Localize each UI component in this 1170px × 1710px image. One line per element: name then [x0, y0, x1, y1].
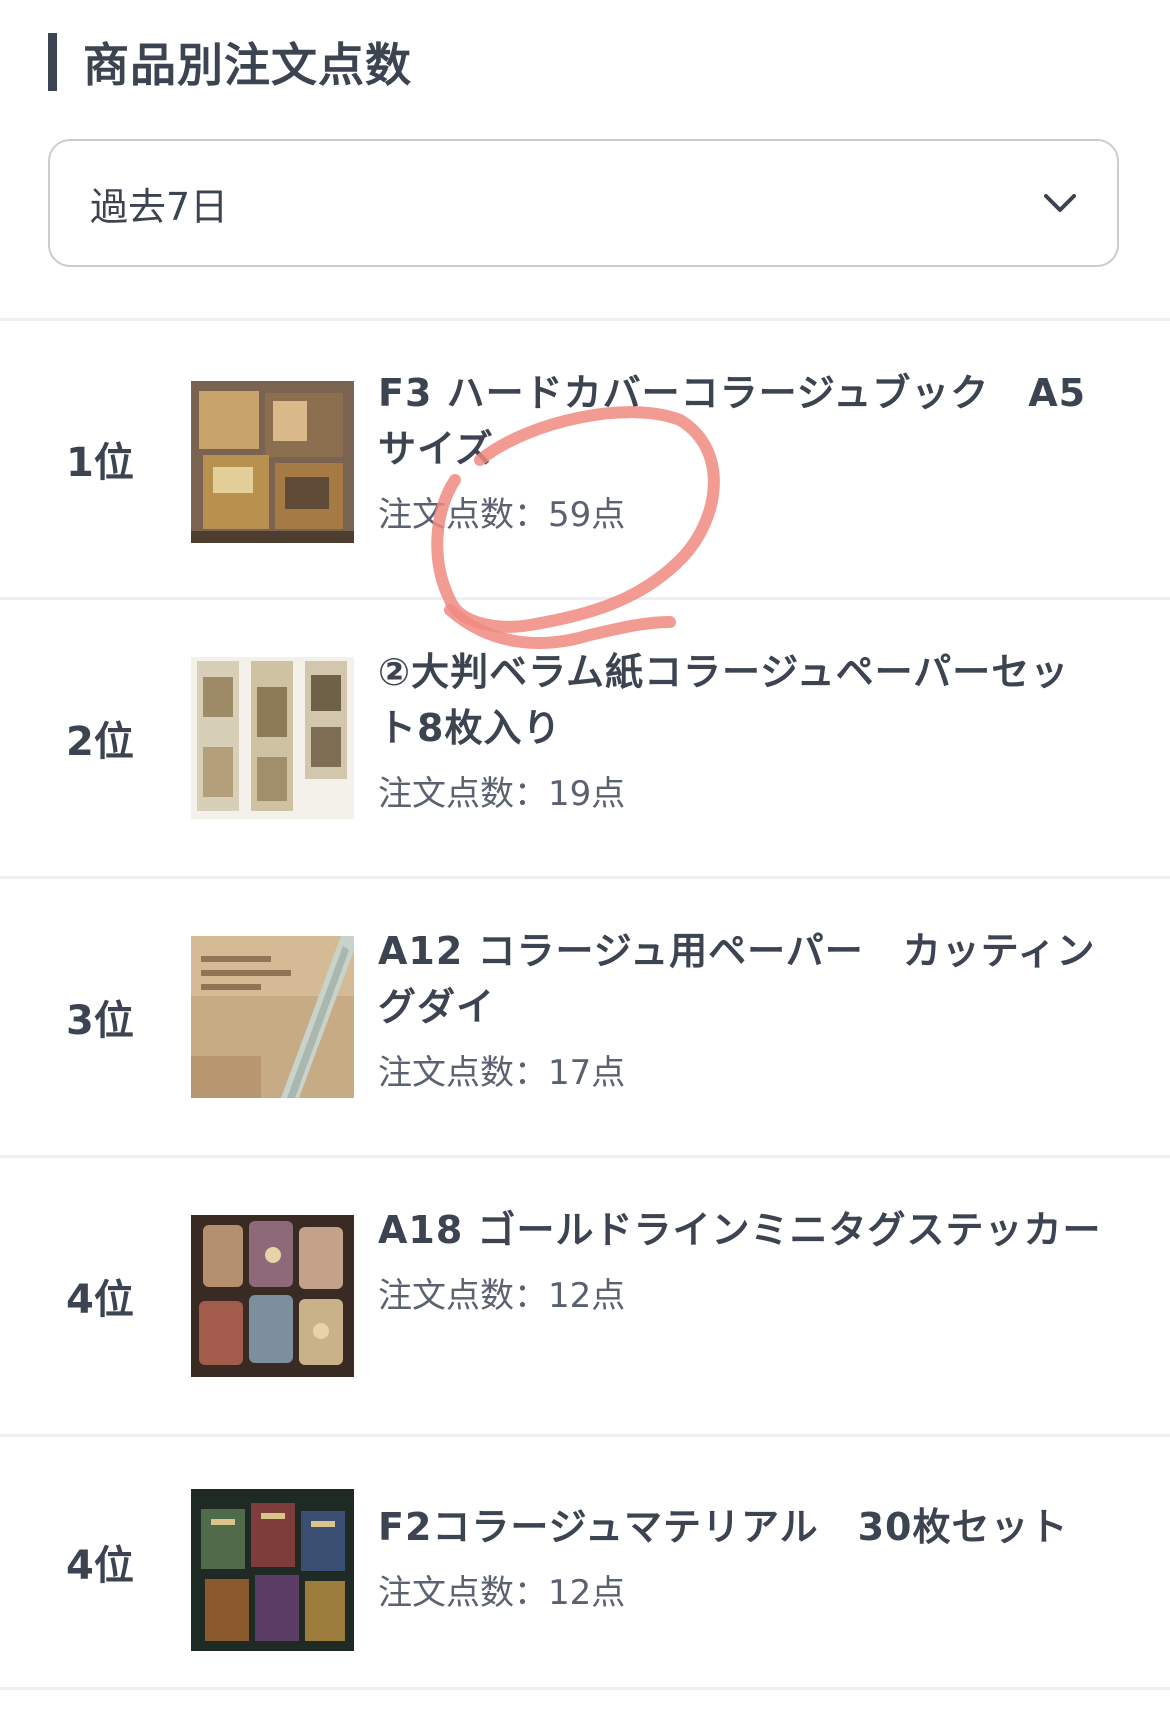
page: 商品別注文点数 過去7日 1位 F3 ハードカバーコラージュブック A5サイズ … [0, 0, 1170, 1710]
rank-label: 4位 [66, 1543, 134, 1589]
item-info: ②大判ベラム紙コラージュペーパーセット8枚入り 注文点数：19点 [378, 644, 1108, 814]
product-thumbnail [191, 381, 354, 543]
product-thumbnail [191, 1489, 354, 1651]
ranking-item-4[interactable]: 4位 A18 ゴールドラインミニタグステッカー 注文点数：12点 [0, 1158, 1170, 1434]
section-header: 商品別注文点数 [48, 32, 412, 92]
product-name[interactable]: ②大判ベラム紙コラージュペーパーセット8枚入り [378, 644, 1108, 756]
ranking-item-3[interactable]: 3位 A12 コラージュ用ペーパー カッティングダイ 注文点数：17点 [0, 879, 1170, 1155]
ranking-item-2[interactable]: 2位 ②大判ベラム紙コラージュペーパーセット8枚入り 注文点数：19点 [0, 600, 1170, 876]
product-name[interactable]: A18 ゴールドラインミニタグステッカー [378, 1202, 1108, 1258]
product-name[interactable]: A12 コラージュ用ペーパー カッティングダイ [378, 923, 1108, 1035]
product-thumbnail [191, 657, 354, 819]
order-count: 注文点数：12点 [378, 1276, 626, 1316]
item-info: F2コラージュマテリアル 30枚セット 注文点数：12点 [378, 1499, 1108, 1613]
order-count: 注文点数：17点 [378, 1053, 626, 1093]
period-select-value: 過去7日 [90, 184, 229, 229]
rank-label: 2位 [66, 719, 134, 765]
rank-label: 1位 [66, 440, 134, 486]
rank-label: 3位 [66, 998, 134, 1044]
ranking-item-1[interactable]: 1位 F3 ハードカバーコラージュブック A5サイズ 注文点数：59点 [0, 321, 1170, 597]
product-thumbnail [191, 1215, 354, 1377]
ranking-list: 1位 F3 ハードカバーコラージュブック A5サイズ 注文点数：59点 2位 ②… [0, 318, 1170, 1690]
header-accent-bar [48, 33, 57, 91]
product-thumbnail [191, 936, 354, 1098]
item-info: A18 ゴールドラインミニタグステッカー 注文点数：12点 [378, 1202, 1108, 1316]
rank-label: 4位 [66, 1277, 134, 1323]
item-info: A12 コラージュ用ペーパー カッティングダイ 注文点数：17点 [378, 923, 1108, 1093]
ranking-item-5[interactable]: 4位 F2コラージュマテリアル 30枚セット 注文点数：12点 [0, 1437, 1170, 1687]
order-count: 注文点数：59点 [378, 495, 626, 535]
divider [0, 1687, 1170, 1690]
chevron-down-icon [1043, 186, 1077, 220]
period-select[interactable]: 過去7日 [48, 139, 1119, 267]
item-info: F3 ハードカバーコラージュブック A5サイズ 注文点数：59点 [378, 365, 1108, 535]
page-title: 商品別注文点数 [83, 38, 412, 92]
product-name[interactable]: F2コラージュマテリアル 30枚セット [378, 1499, 1108, 1555]
order-count: 注文点数：19点 [378, 774, 626, 814]
order-count: 注文点数：12点 [378, 1573, 626, 1613]
product-name[interactable]: F3 ハードカバーコラージュブック A5サイズ [378, 365, 1108, 477]
